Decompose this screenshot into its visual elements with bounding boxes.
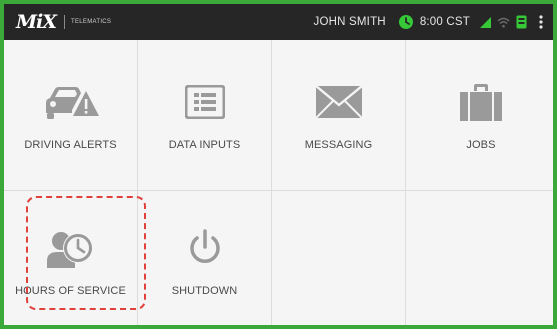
tile-label: MESSAGING [304, 139, 373, 151]
status-bar: MiX TELEMATICS JOHN SMITH 8:00 CST [4, 4, 553, 40]
wifi-icon [497, 17, 510, 28]
tile-label: DRIVING ALERTS [24, 139, 117, 151]
logo-mark: MiX [16, 10, 57, 33]
tile-empty [272, 191, 405, 325]
tile-data-inputs[interactable]: DATA INPUTS [138, 40, 271, 190]
form-icon [184, 80, 225, 124]
car-alert-icon [42, 80, 100, 124]
tile-driving-alerts[interactable]: DRIVING ALERTS [4, 40, 137, 190]
tile-label: DATA INPUTS [168, 139, 241, 151]
status-area: JOHN SMITH 8:00 CST [314, 14, 543, 30]
overflow-menu-icon[interactable] [539, 15, 543, 29]
tile-jobs[interactable]: JOBS [406, 40, 553, 190]
power-icon [187, 226, 223, 270]
app-menu-grid: DRIVING ALERTS DATA INPUTS MESSAGING JOB… [4, 40, 553, 325]
app-logo: MiX TELEMATICS [16, 10, 112, 33]
clock-time: 8:00 CST [419, 16, 470, 28]
app-frame: MiX TELEMATICS JOHN SMITH 8:00 CST DRIVI… [0, 0, 557, 329]
user-name[interactable]: JOHN SMITH [314, 16, 386, 28]
tile-label: JOBS [466, 139, 496, 151]
envelope-icon [315, 80, 362, 124]
hos-clock-icon[interactable] [398, 14, 414, 30]
cell-signal-icon [479, 16, 492, 28]
tile-label: HOURS OF SERVICE [15, 285, 126, 297]
driver-clock-icon [46, 226, 95, 270]
logo-text: TELEMATICS [71, 19, 112, 25]
tile-messaging[interactable]: MESSAGING [272, 40, 405, 190]
tile-hours-of-service[interactable]: HOURS OF SERVICE [4, 191, 137, 325]
logo-divider [64, 15, 65, 29]
briefcase-icon [460, 80, 502, 124]
tile-empty [406, 191, 553, 325]
tile-label: SHUTDOWN [171, 285, 238, 297]
tile-shutdown[interactable]: SHUTDOWN [138, 191, 271, 325]
device-icon[interactable] [516, 15, 527, 29]
